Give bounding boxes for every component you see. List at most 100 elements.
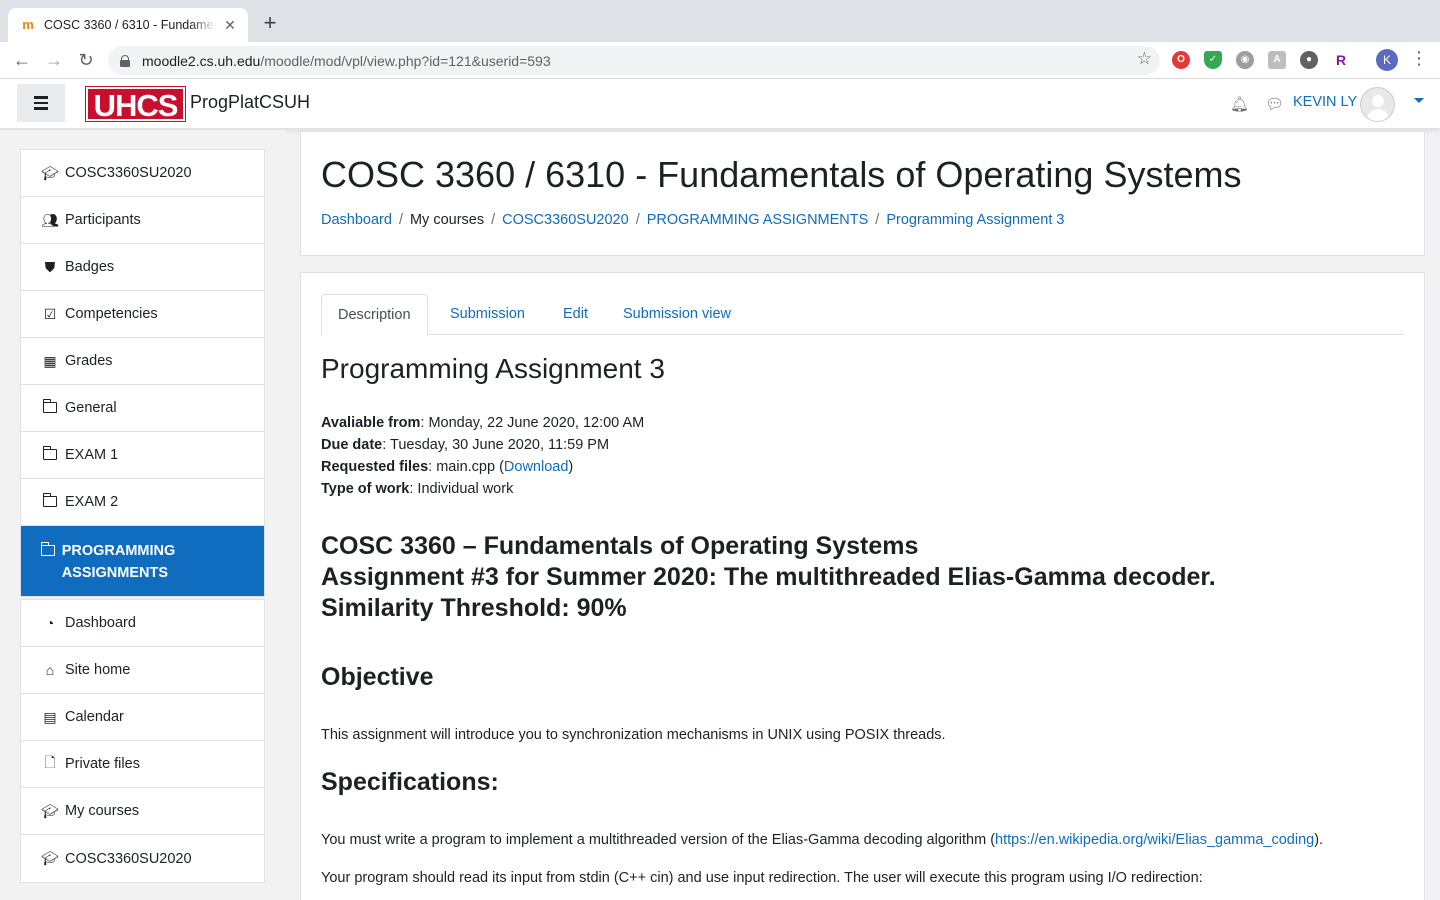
opera-extension-icon[interactable]: O <box>1172 51 1190 69</box>
sidebar-item-label: Grades <box>65 353 113 369</box>
breadcrumb-separator: / <box>635 212 640 228</box>
drawer-toggle-icon[interactable] <box>17 84 65 122</box>
sidebar-item-label: COSC3360SU2020 <box>65 165 192 181</box>
url-host: moodle2.cs.uh.edu <box>142 52 261 69</box>
moodle-favicon-icon: m <box>22 17 34 32</box>
sidebar-item-exam-1[interactable]: EXAM 1 <box>21 432 264 479</box>
objective-text: This assignment will introduce you to sy… <box>321 727 946 743</box>
users-icon: 👥︎ <box>41 211 59 228</box>
sidebar-item-label: Dashboard <box>65 615 136 631</box>
r-extension-icon[interactable]: R <box>1332 51 1350 69</box>
download-link[interactable]: Download <box>504 459 569 475</box>
breadcrumb-separator: / <box>491 212 496 228</box>
wikipedia-link[interactable]: https://en.wikipedia.org/wiki/Elias_gamm… <box>995 832 1314 848</box>
sidebar-item-private-files[interactable]: 🗋 Private files <box>21 741 264 788</box>
sidebar-item-label: Calendar <box>65 709 124 725</box>
sidebar-item-label: My courses <box>65 803 140 819</box>
sidebar-item-competencies[interactable]: ☑ Competencies <box>21 291 264 338</box>
calendar-icon: ▤ <box>43 708 57 725</box>
tab-submission[interactable]: Submission <box>450 294 525 335</box>
circle-extension-icon[interactable]: ● <box>1300 51 1318 69</box>
bookmark-star-icon[interactable]: ☆ <box>1137 49 1152 69</box>
breadcrumb-separator: / <box>398 212 403 228</box>
sidebar-item-label: Competencies <box>65 306 158 322</box>
sidebar-item-badges[interactable]: ⛊ Badges <box>21 244 264 291</box>
sidebar-item-cosc3360su2020[interactable]: 🎓︎ COSC3360SU2020 <box>21 835 264 882</box>
sidebar-item-programming-assignments[interactable]: PROGRAMMING ASSIGNMENTS <box>21 526 264 596</box>
sidebar-item-label: EXAM 2 <box>65 494 119 510</box>
sidebar-item-label: Site home <box>65 662 131 678</box>
assignment-title: Programming Assignment 3 <box>321 353 665 384</box>
browser-toolbar: ← → ↻ moodle2.cs.uh.edu/moodle/mod/vpl/v… <box>0 42 1440 79</box>
assignment-meta: Avaliable from: Monday, 22 June 2020, 12… <box>321 412 644 500</box>
discord-extension-icon[interactable]: ◉ <box>1236 51 1254 69</box>
sidebar-item-participants[interactable]: 👥︎ Participants <box>21 197 264 244</box>
close-tab-icon[interactable]: ✕ <box>222 17 238 34</box>
browser-profile-avatar[interactable]: K <box>1376 49 1398 71</box>
sidebar-item-my-courses[interactable]: 🎓︎ My courses <box>21 788 264 835</box>
tab-submission-view[interactable]: Submission view <box>623 294 731 335</box>
address-bar[interactable]: moodle2.cs.uh.edu/moodle/mod/vpl/view.ph… <box>108 46 1160 75</box>
graduation-cap-icon: 🎓︎ <box>41 802 59 819</box>
messages-chat-icon[interactable]: 💬︎ <box>1265 95 1284 113</box>
specifications-text-1: You must write a program to implement a … <box>321 832 1323 848</box>
sidebar-item-general[interactable]: General <box>21 385 264 432</box>
available-label: Avaliable from <box>321 415 421 431</box>
files-close: ) <box>568 459 574 475</box>
specifications-heading: Specifications: <box>321 768 499 796</box>
table-icon: ▦ <box>43 352 57 369</box>
files-value: : main.cpp ( <box>428 459 504 475</box>
url-path: /moodle/mod/vpl/view.php?id=121&userid=5… <box>260 52 551 69</box>
sidebar-item-exam-2[interactable]: EXAM 2 <box>21 479 264 526</box>
folder-icon <box>41 493 59 510</box>
folder-icon <box>41 446 59 463</box>
site-navbar: UHCS ProgPlatCSUH 🔔︎ 💬︎ KEVIN LY <box>0 79 1440 129</box>
forward-arrow-icon[interactable]: → <box>42 48 66 72</box>
site-logo[interactable]: UHCS <box>85 86 186 123</box>
shield-icon: ⛊ <box>44 258 56 275</box>
specifications-text-2: Your program should read its input from … <box>321 870 1203 886</box>
spec-text-start: You must write a program to implement a … <box>321 832 996 848</box>
course-nav-group: 🎓︎ COSC3360SU2020 👥︎ Participants ⛊ Badges ☑ Co… <box>20 149 265 597</box>
sidebar-item-cosc3360su2020[interactable]: 🎓︎ COSC3360SU2020 <box>21 150 264 197</box>
user-menu-name[interactable]: KEVIN LY <box>1293 94 1357 110</box>
back-arrow-icon[interactable]: ← <box>10 48 34 72</box>
browser-menu-icon[interactable]: ⋮ <box>1410 48 1428 69</box>
due-value: : Tuesday, 30 June 2020, 11:59 PM <box>382 437 610 453</box>
sidebar-item-label: Badges <box>65 259 115 275</box>
dashboard-icon: ◔ <box>45 615 55 631</box>
graduation-cap-icon: 🎓︎ <box>41 164 59 181</box>
notification-bell-icon[interactable]: 🔔︎ <box>1230 95 1249 113</box>
sidebar-item-dashboard[interactable]: ◔ Dashboard <box>21 600 264 647</box>
browser-tab[interactable]: m COSC 3360 / 6310 - Fundamentals of Ope… <box>8 8 248 42</box>
sidebar-item-label: COSC3360SU2020 <box>65 850 192 867</box>
available-value: : Monday, 22 June 2020, 12:00 AM <box>420 415 645 431</box>
breadcrumb-course[interactable]: COSC3360SU2020 <box>502 212 629 228</box>
puzzle-extension-icon[interactable]: A <box>1268 51 1286 69</box>
shield-extension-icon[interactable]: ✓ <box>1204 51 1222 69</box>
check-square-icon: ☑ <box>43 305 57 322</box>
sidebar-item-calendar[interactable]: ▤ Calendar <box>21 694 264 741</box>
browser-tabstrip: m COSC 3360 / 6310 - Fundamentals of Ope… <box>0 0 1440 42</box>
user-avatar[interactable] <box>1360 87 1395 122</box>
breadcrumb-section[interactable]: PROGRAMMING ASSIGNMENTS <box>647 212 869 228</box>
spec-text-end: ). <box>1314 832 1324 848</box>
sidebar-item-label: EXAM 1 <box>65 447 119 463</box>
tab-description[interactable]: Description <box>321 294 428 336</box>
breadcrumb-activity[interactable]: Programming Assignment 3 <box>886 212 1064 228</box>
page-header: COSC 3360 / 6310 - Fundamentals of Opera… <box>300 131 1425 256</box>
nav-drawer: 🎓︎ COSC3360SU2020 👥︎ Participants ⛊ Badges ☑ Co… <box>0 130 285 900</box>
reload-icon[interactable]: ↻ <box>74 48 98 72</box>
breadcrumb-my-courses: My courses <box>409 212 485 228</box>
chevron-down-icon[interactable] <box>1414 98 1424 103</box>
graduation-cap-icon: 🎓︎ <box>41 850 59 866</box>
sidebar-item-grades[interactable]: ▦ Grades <box>21 338 264 385</box>
site-name[interactable]: ProgPlatCSUH <box>190 92 310 113</box>
new-tab-plus-icon[interactable]: + <box>258 12 282 36</box>
breadcrumb: Dashboard / My courses / COSC3360SU2020 / PROG… <box>321 212 1064 228</box>
breadcrumb-dashboard[interactable]: Dashboard <box>321 212 392 228</box>
heading-line-assignment: Assignment #3 for Summer 2020: The multi… <box>321 563 1216 591</box>
tab-edit[interactable]: Edit <box>563 294 588 335</box>
activity-tabs: Description Submission Edit Submission v… <box>321 294 1404 336</box>
sidebar-item-site-home[interactable]: ⌂ Site home <box>21 647 264 694</box>
